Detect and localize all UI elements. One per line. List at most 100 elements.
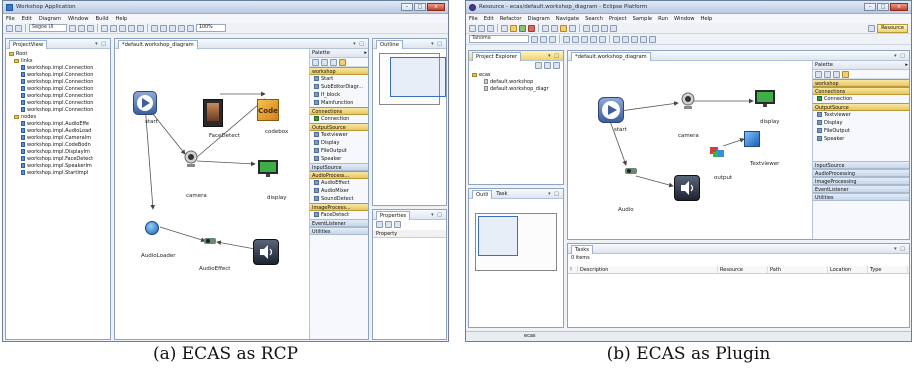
arrange-icon[interactable] bbox=[160, 24, 167, 32]
maximize-button[interactable]: □ bbox=[877, 3, 889, 11]
palette-drawer-connections[interactable]: Connections bbox=[813, 87, 909, 95]
filter-icon[interactable] bbox=[394, 221, 401, 228]
tab-diagram[interactable]: *default.workshop_diagram bbox=[118, 39, 198, 49]
connection[interactable] bbox=[619, 101, 679, 112]
column-type[interactable]: Type bbox=[868, 266, 908, 273]
font-size-select[interactable] bbox=[531, 35, 538, 43]
palette-drawer-inputsource[interactable]: InputSource bbox=[310, 163, 368, 171]
start-node[interactable] bbox=[133, 91, 157, 115]
menu-edit[interactable]: Edit bbox=[484, 16, 494, 22]
font-select[interactable]: Tahoma bbox=[469, 35, 529, 43]
italic-icon[interactable] bbox=[87, 24, 94, 32]
palette-item[interactable]: Textviewer bbox=[813, 111, 909, 119]
palette-drawer-audioprocessing[interactable]: AudioProcessing bbox=[813, 169, 909, 177]
view-controls[interactable]: ▾ □ bbox=[95, 41, 107, 47]
close-button[interactable]: × bbox=[427, 3, 445, 11]
palette-drawer-audioprocessing[interactable]: AudioProcess... bbox=[310, 171, 368, 179]
menu-file[interactable]: File bbox=[469, 16, 478, 22]
back-icon[interactable] bbox=[583, 24, 590, 32]
palette-item[interactable]: AudioMixer bbox=[310, 187, 368, 195]
palette-item[interactable]: Connection bbox=[813, 95, 909, 103]
outline-viewport[interactable] bbox=[478, 216, 518, 256]
delete-icon[interactable] bbox=[187, 24, 194, 32]
bold-icon[interactable] bbox=[78, 24, 85, 32]
palette-item[interactable]: SoundDetect bbox=[310, 195, 368, 203]
tree-item[interactable]: workshop.impl.SpeakerIm bbox=[9, 163, 107, 170]
palette-drawer-inputsource[interactable]: InputSource bbox=[813, 161, 909, 169]
connection[interactable] bbox=[722, 137, 745, 147]
textviewer-node[interactable] bbox=[744, 131, 760, 147]
font-color-icon[interactable] bbox=[101, 24, 108, 32]
palette-drawer-workshop[interactable]: workshop bbox=[310, 67, 368, 75]
tab-outline[interactable]: Outli bbox=[472, 189, 493, 199]
tree-item[interactable]: workshop.impl.Connection bbox=[9, 72, 107, 79]
tab-diagram[interactable]: *default.workshop_diagram bbox=[571, 51, 651, 61]
note-icon[interactable] bbox=[339, 58, 346, 66]
palette-drawer-imageprocessing[interactable]: ImageProcessing bbox=[813, 177, 909, 185]
output-node[interactable] bbox=[710, 145, 726, 159]
font-size-select[interactable] bbox=[69, 24, 76, 32]
audioeffect-node[interactable] bbox=[203, 235, 217, 247]
zoom-out-icon[interactable] bbox=[330, 58, 337, 66]
camera-node[interactable] bbox=[678, 91, 698, 111]
view-controls[interactable]: ▾ □ bbox=[894, 53, 906, 59]
bold-icon[interactable] bbox=[540, 35, 547, 43]
palette-item[interactable]: Start bbox=[310, 75, 368, 83]
line-color-icon[interactable] bbox=[581, 35, 588, 43]
palette-item[interactable]: Display bbox=[310, 139, 368, 147]
palette-item[interactable]: FaceDetect bbox=[310, 211, 368, 219]
palette-item[interactable]: Display bbox=[813, 119, 909, 127]
outline-thumbnail[interactable] bbox=[379, 53, 446, 105]
connection[interactable] bbox=[635, 175, 674, 188]
tree-item[interactable]: workshop.impl.Connection bbox=[9, 107, 107, 114]
palette-drawer-eventlistener[interactable]: EventListener bbox=[310, 219, 368, 227]
tree-item[interactable]: default.workshop bbox=[472, 79, 560, 86]
menu-diagram[interactable]: Diagram bbox=[39, 16, 61, 22]
terminal-icon[interactable] bbox=[501, 24, 508, 32]
zoom-in-icon[interactable] bbox=[824, 70, 831, 78]
palette-item[interactable]: Textviewer bbox=[310, 131, 368, 139]
fill-color-icon[interactable] bbox=[572, 35, 579, 43]
zoom-out-icon[interactable] bbox=[833, 70, 840, 78]
column-description[interactable]: Description bbox=[578, 266, 718, 273]
select-all-icon[interactable] bbox=[151, 24, 158, 32]
tree-item[interactable]: workshop.impl.CameraIm bbox=[9, 135, 107, 142]
select-tool-icon[interactable] bbox=[815, 70, 822, 78]
run-icon[interactable] bbox=[519, 24, 526, 32]
advanced-icon[interactable] bbox=[385, 221, 392, 228]
palette-item[interactable]: AudioEffect bbox=[310, 179, 368, 187]
select-tool-icon[interactable] bbox=[312, 58, 319, 66]
menu-diagram[interactable]: Diagram bbox=[528, 16, 550, 22]
palette-drawer-outputsource[interactable]: OutputSource bbox=[310, 123, 368, 131]
tree-item[interactable]: workshop.impl.Connection bbox=[9, 79, 107, 86]
menu-help[interactable]: Help bbox=[116, 16, 128, 22]
collapse-all-icon[interactable] bbox=[535, 62, 542, 69]
open-task-icon[interactable] bbox=[551, 24, 558, 32]
palette-drawer-workshop[interactable]: workshop bbox=[813, 79, 909, 87]
tree-item[interactable]: workshop.impl.Connection bbox=[9, 100, 107, 107]
palette-drawer-eventlistener[interactable]: EventListener bbox=[813, 185, 909, 193]
tree-item[interactable]: workshop.impl.FaceDetect bbox=[9, 156, 107, 163]
palette-drawer-utilities[interactable]: Utilities bbox=[310, 227, 368, 235]
tree-item[interactable]: workshop.impl.StartImpl bbox=[9, 170, 107, 177]
view-controls[interactable]: ▾ □ bbox=[431, 41, 443, 47]
zoom-in-icon[interactable] bbox=[321, 58, 328, 66]
tree-project[interactable]: ecas bbox=[472, 72, 560, 79]
categories-icon[interactable] bbox=[376, 221, 383, 228]
tab-task[interactable]: Task bbox=[496, 191, 507, 197]
print-icon[interactable] bbox=[15, 24, 22, 32]
menu-build[interactable]: Build bbox=[95, 16, 108, 22]
line-color-icon[interactable] bbox=[119, 24, 126, 32]
pen-icon[interactable] bbox=[569, 24, 576, 32]
menu-search[interactable]: Search bbox=[585, 16, 603, 22]
speaker-node[interactable] bbox=[674, 175, 700, 201]
display-node[interactable] bbox=[754, 89, 778, 109]
audio-node[interactable] bbox=[624, 165, 638, 177]
palette-item[interactable]: FileOutput bbox=[813, 127, 909, 135]
select-all-icon[interactable] bbox=[613, 35, 620, 43]
italic-icon[interactable] bbox=[549, 35, 556, 43]
connection[interactable] bbox=[216, 240, 256, 250]
tree-item[interactable]: workshop.impl.AudioLoad bbox=[9, 128, 107, 135]
palette-drawer-utilities[interactable]: Utilities bbox=[813, 193, 909, 201]
palette-item[interactable]: Mainfunction bbox=[310, 99, 368, 107]
